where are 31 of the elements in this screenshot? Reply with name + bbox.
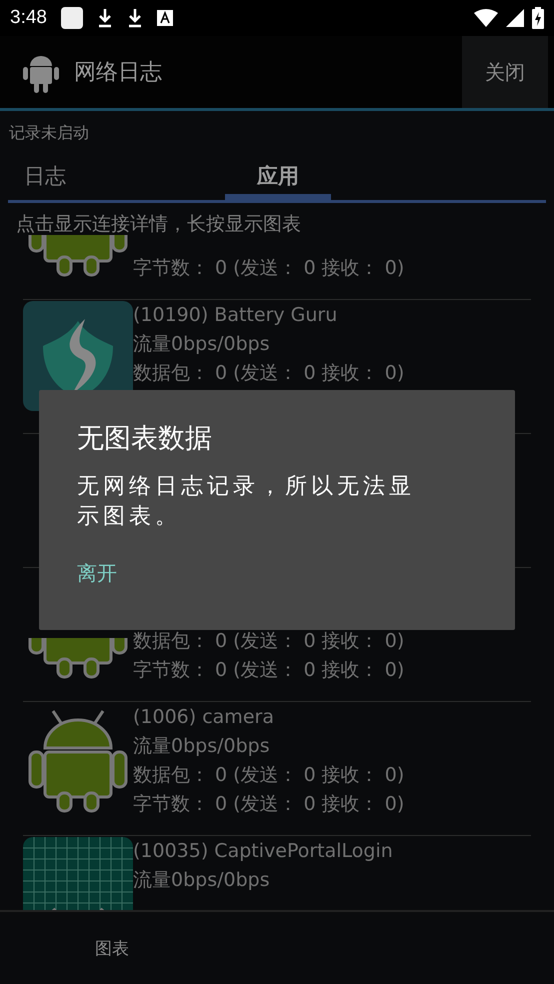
font-app-icon	[156, 10, 173, 26]
app-info-text: (10035) CaptivePortalLogin	[133, 839, 393, 864]
app-info-text: 流量0bps/0bps	[133, 332, 271, 357]
notification-square-icon	[60, 7, 83, 29]
app-info-text: (10190) Battery Guru	[133, 303, 338, 328]
download-icon	[96, 8, 113, 28]
dialog-message: 无网络日志记录，所以无法显示图表。	[77, 473, 416, 531]
app-info-text: 数据包： 0 (发送： 0 接收： 0)	[133, 629, 404, 654]
battery-charging-icon	[532, 7, 544, 29]
app-row[interactable]: (10035) CaptivePortalLogin 流量0bps/0bps	[23, 836, 531, 910]
app-title: 网络日志	[74, 59, 162, 87]
app-info-text: 字节数： 0 (发送： 0 接收： 0)	[133, 792, 404, 817]
app-info-text: 流量0bps/0bps	[133, 734, 271, 759]
app-row[interactable]: 字节数： 0 (发送： 0 接收： 0)	[23, 235, 531, 300]
recording-status: 记录未启动	[8, 122, 90, 144]
app-info-text: 流量0bps/0bps	[133, 868, 271, 893]
hint-text: 点击显示连接详情，长按显示图表	[15, 212, 302, 235]
app-row[interactable]: (1006) camera 流量0bps/0bps 数据包： 0 (发送： 0 接收： 0) 字节数： 0 (发送： 0 接收： 0)	[23, 702, 531, 836]
wifi-icon	[474, 9, 498, 27]
cell-signal-icon	[506, 9, 524, 27]
download-icon	[126, 8, 143, 28]
close-button[interactable]: 关闭	[462, 36, 548, 108]
chart-button[interactable]: 图表	[0, 912, 224, 984]
app-info-text: 字节数： 0 (发送： 0 接收： 0)	[133, 256, 404, 281]
tab[interactable]: 应用	[225, 152, 331, 200]
app-info-text: 数据包： 0 (发送： 0 接收： 0)	[133, 763, 404, 788]
app-info-text: (1006) camera	[133, 705, 275, 730]
app-info-text: 字节数： 0 (发送： 0 接收： 0)	[133, 658, 404, 683]
app-info-text: 数据包： 0 (发送： 0 接收： 0)	[133, 361, 404, 386]
status-time: 3:48	[10, 7, 47, 29]
tab[interactable]: 日志	[8, 152, 225, 200]
